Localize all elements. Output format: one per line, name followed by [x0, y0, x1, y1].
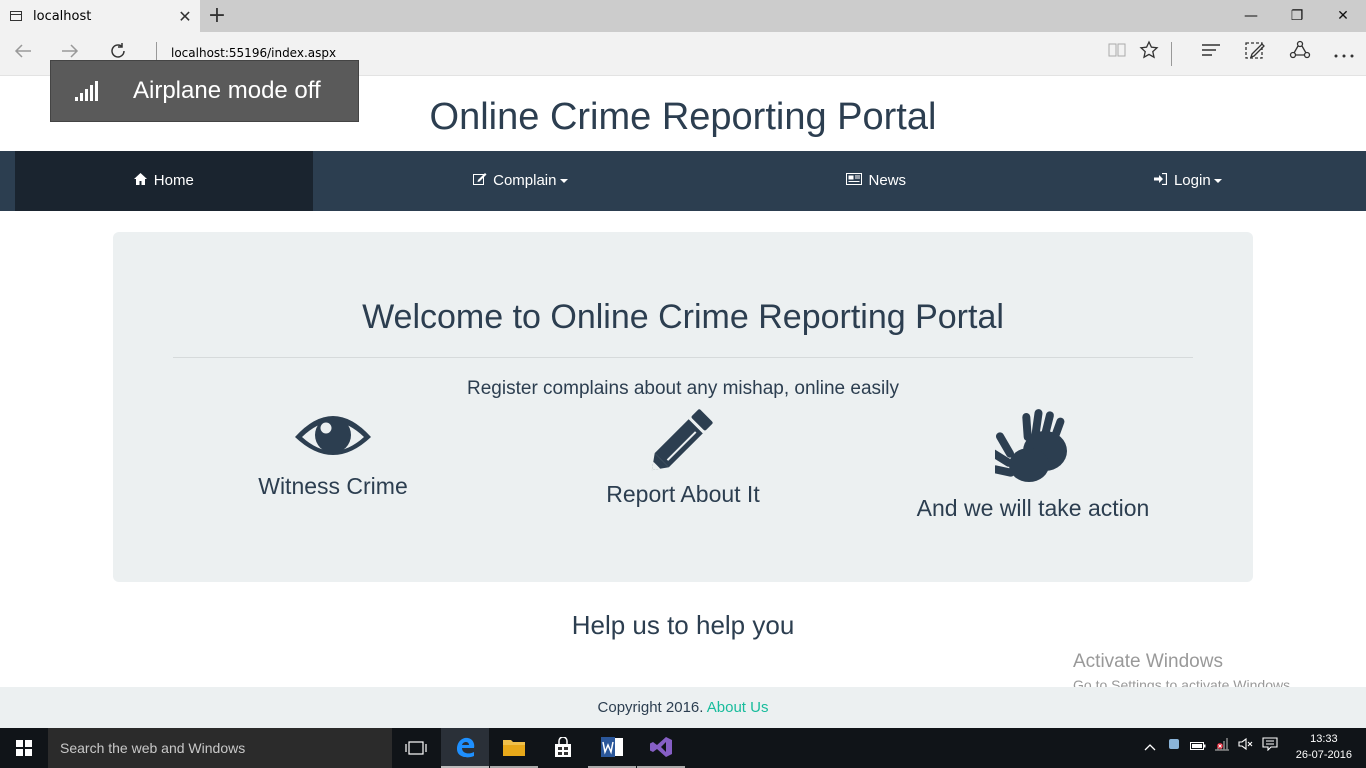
start-button[interactable]	[0, 728, 48, 768]
show-hidden-icons-button[interactable]	[1138, 728, 1162, 768]
nav-login-label: Login	[1173, 172, 1211, 189]
hub-button[interactable]	[1196, 40, 1226, 68]
feature-witness-label: Witness Crime	[258, 473, 408, 499]
nav-news[interactable]: News	[780, 151, 972, 211]
taskbar-word[interactable]	[588, 728, 636, 768]
back-arrow-icon	[14, 44, 31, 58]
taskbar-store[interactable]	[539, 728, 587, 768]
newspaper-icon	[845, 173, 866, 188]
star-icon	[1139, 40, 1159, 59]
signal-bars-icon	[75, 81, 101, 101]
windows-logo-icon	[16, 740, 32, 756]
store-icon	[555, 737, 571, 757]
toast-text: Airplane mode off	[133, 77, 321, 104]
volume-muted-icon	[1238, 737, 1253, 751]
folder-icon	[503, 740, 525, 756]
restore-button[interactable]: ❐	[1274, 0, 1320, 32]
feature-action: And we will take action	[843, 407, 1223, 522]
battery-icon	[1190, 742, 1206, 750]
clock-date: 26-07-2016	[1295, 749, 1352, 761]
main-navbar: Home Complain News Login	[0, 151, 1366, 211]
wifi-off-icon	[1215, 738, 1229, 751]
chevron-down-icon	[1213, 179, 1222, 184]
nav-home[interactable]: Home	[15, 151, 313, 211]
nav-complain-label: Complain	[493, 172, 557, 189]
copyright-text: Copyright 2016.	[597, 699, 704, 716]
share-icon	[1289, 40, 1311, 59]
page-icon	[10, 11, 22, 21]
home-icon	[134, 173, 151, 188]
windows-taskbar: Search the web and Windows 13:33 26-07-2…	[0, 728, 1366, 768]
eye-icon	[295, 416, 371, 455]
word-icon	[601, 737, 623, 757]
task-view-icon	[405, 741, 427, 755]
visual-studio-icon	[650, 737, 672, 757]
refresh-icon	[111, 43, 125, 58]
welcome-heading: Welcome to Online Crime Reporting Portal	[362, 298, 1004, 336]
taskbar-search-input[interactable]: Search the web and Windows	[48, 728, 392, 768]
action-center-button[interactable]	[1258, 728, 1282, 768]
more-dots-icon	[1334, 54, 1354, 58]
share-button[interactable]	[1285, 40, 1315, 68]
volume-button[interactable]	[1234, 728, 1258, 768]
more-button[interactable]	[1329, 40, 1359, 68]
welcome-subtitle: Register complains about any mishap, onl…	[467, 378, 899, 399]
browser-tab[interactable]: localhost ✕	[0, 0, 200, 32]
book-icon	[1108, 43, 1126, 57]
about-us-link[interactable]: About Us	[707, 699, 769, 716]
network-drive-icon	[1169, 739, 1179, 749]
help-heading: Help us to help you	[571, 610, 795, 640]
web-note-icon	[1245, 42, 1265, 59]
browser-tab-strip: localhost ✕ + — ❐ ✕	[0, 0, 1366, 32]
feature-report-label: Report About It	[606, 481, 760, 507]
forward-arrow-icon	[62, 44, 79, 58]
feature-action-label: And we will take action	[916, 495, 1150, 521]
edit-icon	[472, 173, 491, 188]
taskbar-file-explorer[interactable]	[490, 728, 538, 768]
close-window-button[interactable]: ✕	[1320, 0, 1366, 32]
nav-login[interactable]: Login	[1110, 151, 1266, 211]
nav-home-label: Home	[153, 172, 194, 189]
taskbar-edge[interactable]	[441, 728, 489, 768]
feature-report: Report About It	[493, 407, 873, 508]
hands-icon	[995, 409, 1067, 482]
clock-time: 13:33	[1310, 733, 1338, 745]
edge-icon	[457, 737, 475, 758]
sign-in-icon	[1154, 172, 1171, 188]
chevron-down-icon	[559, 179, 568, 184]
back-button[interactable]	[9, 40, 37, 68]
tab-close-button[interactable]: ✕	[170, 7, 200, 26]
network-button[interactable]	[1210, 728, 1234, 768]
pencil-icon	[651, 409, 713, 471]
nav-complain[interactable]: Complain	[400, 151, 640, 211]
web-note-button[interactable]	[1240, 40, 1270, 68]
welcome-jumbotron: Welcome to Online Crime Reporting Portal…	[113, 232, 1253, 582]
watermark-title: Activate Windows	[1073, 651, 1223, 672]
tab-title: localhost	[33, 8, 92, 24]
divider	[173, 357, 1193, 358]
toolbar-divider	[1171, 42, 1172, 66]
reading-view-button[interactable]	[1102, 40, 1132, 68]
taskbar-clock[interactable]: 13:33 26-07-2016	[1296, 731, 1352, 763]
battery-button[interactable]	[1186, 728, 1210, 768]
taskbar-visual-studio[interactable]	[637, 728, 685, 768]
page-footer: Copyright 2016. About Us	[0, 687, 1366, 728]
nav-news-label: News	[868, 172, 907, 189]
feature-witness: Witness Crime	[143, 407, 523, 500]
hub-icon	[1202, 44, 1220, 56]
notification-icon	[1262, 737, 1278, 752]
task-view-button[interactable]	[392, 728, 440, 768]
favorite-button[interactable]	[1134, 40, 1164, 68]
chevron-up-icon	[1144, 744, 1156, 751]
tray-app-button[interactable]	[1162, 728, 1186, 768]
url-field[interactable]: localhost:55196/index.aspx	[171, 46, 336, 60]
new-tab-button[interactable]: +	[204, 2, 230, 30]
minimize-button[interactable]: —	[1228, 0, 1274, 32]
airplane-mode-toast[interactable]: Airplane mode off	[50, 60, 359, 122]
